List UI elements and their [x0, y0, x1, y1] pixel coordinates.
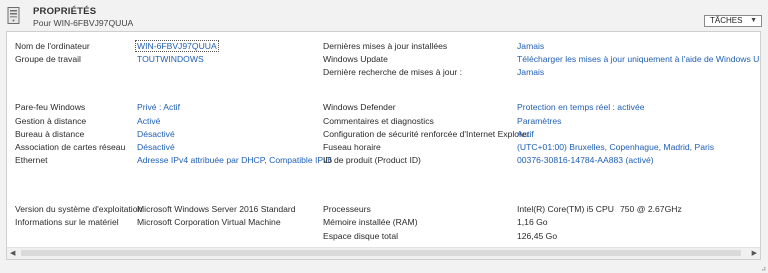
os-version-label: Version du système d'exploitation — [15, 204, 143, 214]
windows-update-label: Windows Update — [323, 54, 388, 64]
hardware-info-value: Microsoft Corporation Virtual Machine — [137, 217, 281, 227]
nic-teaming-label: Association de cartes réseau — [15, 142, 126, 152]
firewall-label: Pare-feu Windows — [15, 102, 86, 112]
ie-esc-link[interactable]: Actif — [517, 129, 534, 140]
remote-desktop-label: Bureau à distance — [15, 129, 85, 139]
processors-value-speed: 750 @ 2.67GHz — [620, 204, 682, 214]
page-title: PROPRIÉTÉS — [33, 6, 97, 17]
product-id-link[interactable]: 00376-30816-14784-AA883 (activé) — [517, 155, 654, 166]
hardware-info-label: Informations sur le matériel — [15, 217, 119, 227]
ethernet-link[interactable]: Adresse IPv4 attribuée par DHCP, Compati… — [137, 155, 332, 166]
product-id-label: ID de produit (Product ID) — [323, 155, 421, 165]
workgroup-link[interactable]: TOUTWINDOWS — [137, 54, 204, 65]
workgroup-label: Groupe de travail — [15, 54, 81, 64]
scrollbar-thumb[interactable] — [21, 250, 741, 256]
os-version-value: Microsoft Windows Server 2016 Standard — [137, 204, 296, 214]
tasks-label: TÂCHES — [710, 16, 743, 25]
computer-name-link[interactable]: WIN-6FBVJ97QUUA — [135, 40, 219, 52]
feedback-link[interactable]: Paramètres — [517, 116, 561, 127]
ram-label: Mémoire installée (RAM) — [323, 217, 418, 227]
timezone-label: Fuseau horaire — [323, 142, 381, 152]
resize-grip-icon[interactable] — [760, 265, 766, 271]
last-updates-link[interactable]: Jamais — [517, 41, 544, 52]
processors-value-model: Intel(R) Core(TM) i5 CPU — [517, 204, 614, 214]
processors-label: Processeurs — [323, 204, 371, 214]
page-subtitle: Pour WIN-6FBVJ97QUUA — [33, 18, 134, 28]
tasks-dropdown[interactable]: TÂCHES ▼ — [704, 15, 762, 27]
windows-update-link[interactable]: Télécharger les mises à jour uniquement … — [517, 54, 760, 65]
nic-teaming-link[interactable]: Désactivé — [137, 142, 175, 153]
computer-name-value[interactable]: WIN-6FBVJ97QUUA — [135, 40, 219, 52]
remote-management-link[interactable]: Activé — [137, 116, 160, 127]
scroll-right-icon[interactable]: ▶ — [752, 248, 757, 259]
remote-management-label: Gestion à distance — [15, 116, 87, 126]
firewall-link[interactable]: Privé : Actif — [137, 102, 180, 113]
last-check-label: Dernière recherche de mises à jour : — [323, 67, 462, 77]
chevron-down-icon: ▼ — [750, 17, 757, 24]
server-icon — [7, 7, 20, 24]
last-check-link[interactable]: Jamais — [517, 67, 544, 78]
feedback-label: Commentaires et diagnostics — [323, 116, 434, 126]
remote-desktop-link[interactable]: Désactivé — [137, 129, 175, 140]
disk-label: Espace disque total — [323, 231, 399, 241]
defender-link[interactable]: Protection en temps réel : activée — [517, 102, 645, 113]
ie-esc-label: Configuration de sécurité renforcée d'In… — [323, 129, 530, 139]
last-updates-label: Dernières mises à jour installées — [323, 41, 448, 51]
ethernet-label: Ethernet — [15, 155, 48, 165]
computer-name-label: Nom de l'ordinateur — [15, 41, 90, 51]
horizontal-scrollbar[interactable]: ◀ ▶ — [7, 247, 760, 259]
defender-label: Windows Defender — [323, 102, 396, 112]
timezone-link[interactable]: (UTC+01:00) Bruxelles, Copenhague, Madri… — [517, 142, 714, 153]
properties-panel: Nom de l'ordinateur WIN-6FBVJ97QUUA Grou… — [6, 31, 761, 260]
ram-value: 1,16 Go — [517, 217, 548, 227]
disk-value: 126,45 Go — [517, 231, 558, 241]
scroll-left-icon[interactable]: ◀ — [10, 248, 15, 259]
